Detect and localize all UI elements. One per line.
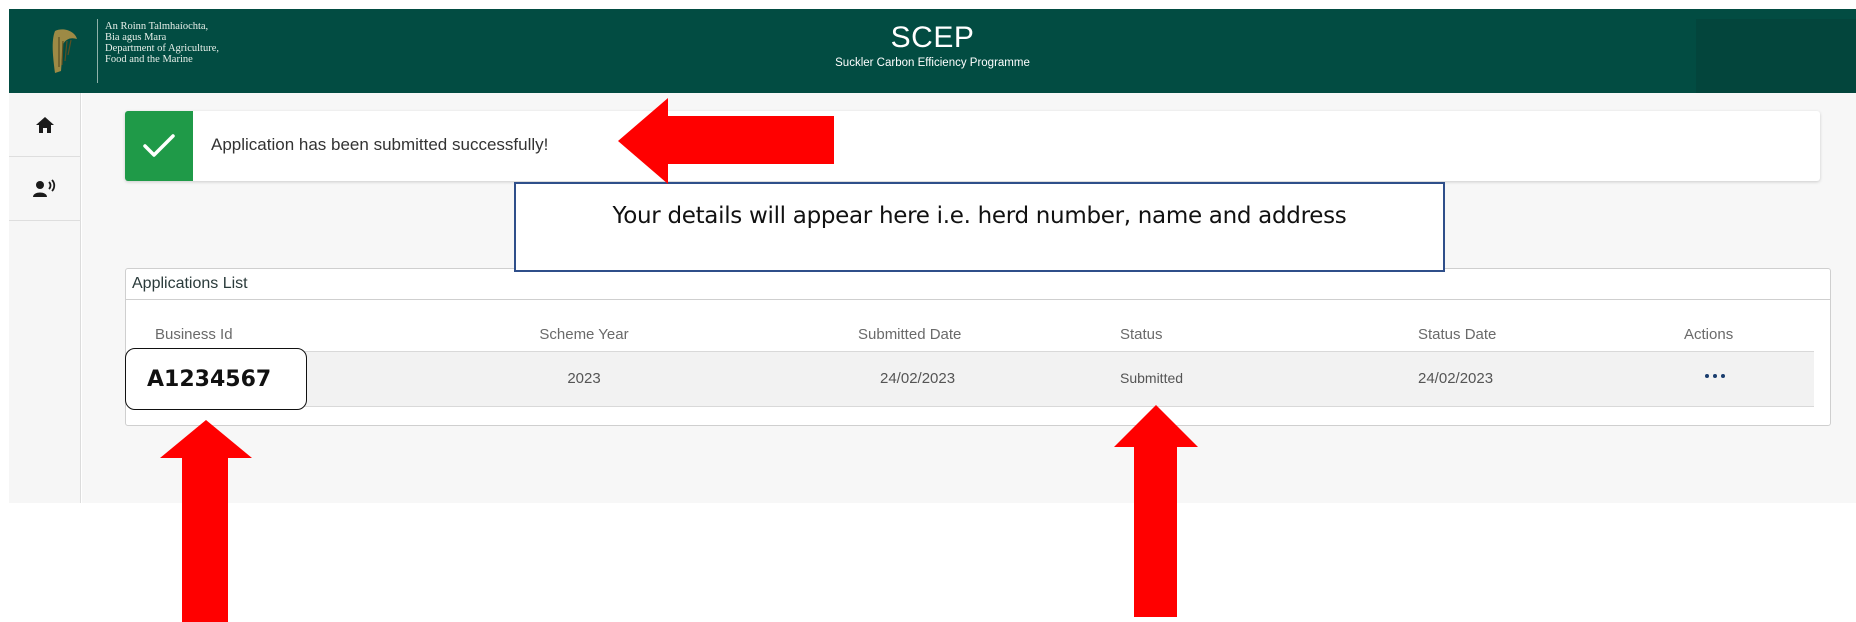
app-title: SCEP	[890, 21, 975, 54]
divider	[126, 299, 1830, 300]
app-header: An Roinn Talmhaíochta, Bia agus Mara Dep…	[9, 9, 1856, 93]
annotation-arrow-up	[160, 420, 252, 622]
more-horizontal-icon	[1713, 374, 1717, 378]
annotation-arrow-up	[1114, 405, 1198, 617]
applications-list: Applications List Business Id Scheme Yea…	[125, 268, 1831, 426]
column-header-scheme-year: Scheme Year	[539, 326, 629, 343]
column-header-actions: Actions	[1684, 326, 1734, 343]
check-icon	[143, 134, 175, 157]
row-actions-button[interactable]	[1695, 361, 1735, 391]
column-header-submitted-date: Submitted Date	[858, 326, 962, 343]
column-header-status: Status	[1120, 326, 1163, 343]
sidebar-item-home[interactable]	[9, 93, 81, 157]
title-block: SCEP Suckler Carbon Efficiency Programme	[9, 21, 1856, 71]
more-horizontal-icon	[1705, 374, 1709, 378]
home-icon	[36, 116, 54, 133]
person-speaking-icon	[33, 178, 56, 197]
page: An Roinn Talmhaíochta, Bia agus Mara Dep…	[0, 0, 1856, 622]
sidebar-item-contact[interactable]	[9, 157, 81, 221]
cell-status-date: 24/02/2023	[1418, 370, 1494, 387]
cell-scheme-year: 2023	[567, 370, 601, 387]
cell-submitted-date: 24/02/2023	[880, 370, 956, 387]
app-subtitle: Suckler Carbon Efficiency Programme	[835, 57, 1030, 69]
details-callout: Your details will appear here i.e. herd …	[514, 182, 1445, 272]
annotation-arrow-left	[618, 98, 834, 184]
cell-business-id: A1234567	[125, 348, 307, 410]
cell-status: Submitted	[1120, 370, 1184, 386]
success-banner: Application has been submitted successfu…	[125, 111, 1820, 181]
sidebar	[9, 93, 81, 503]
column-header-business-id: Business Id	[155, 326, 233, 343]
more-horizontal-icon	[1721, 374, 1725, 378]
user-menu[interactable]	[1696, 19, 1856, 93]
success-check	[125, 111, 193, 181]
applications-list-title: Applications List	[132, 275, 248, 292]
table-row[interactable]	[134, 351, 1814, 407]
details-callout-text: Your details will appear here i.e. herd …	[612, 203, 1347, 229]
success-message: Application has been submitted successfu…	[211, 135, 549, 154]
column-header-status-date: Status Date	[1418, 326, 1497, 343]
